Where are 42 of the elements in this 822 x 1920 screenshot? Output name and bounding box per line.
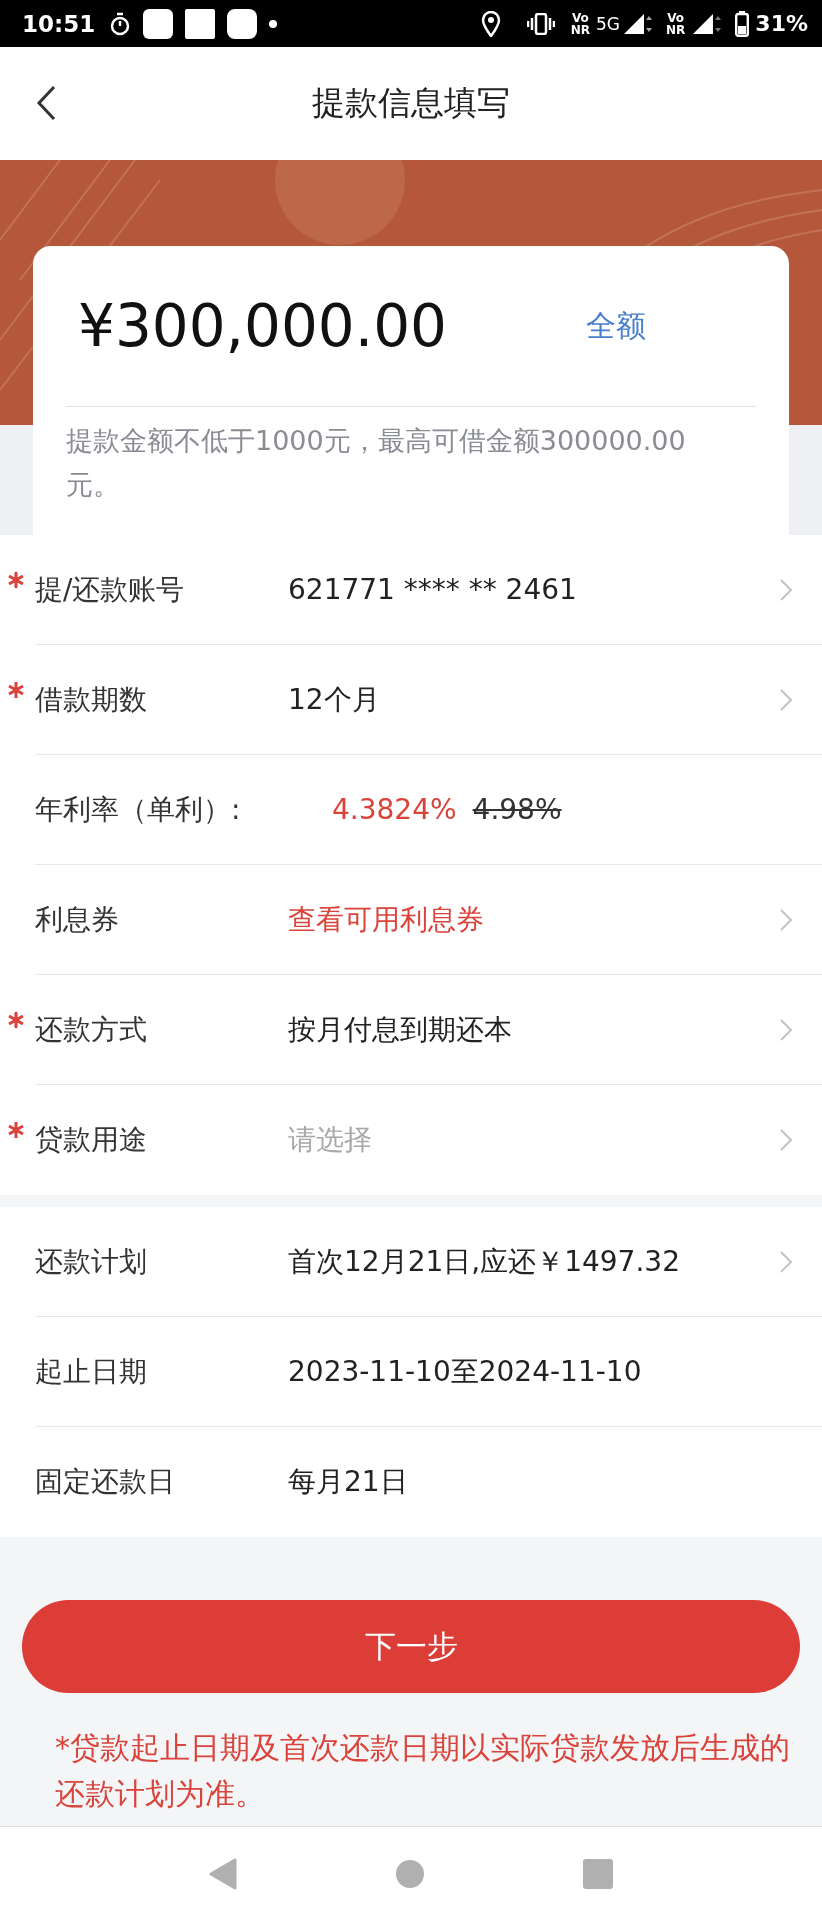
row-value: 12个月	[288, 681, 381, 718]
location-icon	[480, 10, 501, 37]
dot-icon	[269, 19, 278, 28]
disclaimer-note: *贷款起止日期及首次还款日期以实际贷款发放后生成的还款计划为准。	[55, 1729, 791, 1813]
coupon-link[interactable]: 查看可用利息券	[288, 900, 780, 939]
vibrate-icon	[526, 12, 555, 35]
select-placeholder[interactable]: 请选择	[288, 1121, 780, 1159]
row-value: 按月付息到期还本	[288, 1011, 513, 1048]
row-label: 还款计划	[35, 1243, 148, 1280]
row-value: 621771 **** ** 2461	[288, 573, 578, 606]
interest-rate: 4.3824%	[332, 793, 457, 826]
row-label: 利息券	[35, 901, 120, 938]
back-icon[interactable]	[36, 85, 56, 121]
row-label: 固定还款日	[35, 1464, 176, 1500]
row-label: 提/还款账号	[35, 571, 186, 608]
original-rate: 4.98%	[472, 793, 563, 826]
withdraw-amount: ¥300,000.00	[77, 292, 448, 360]
battery-level: 31%	[755, 11, 808, 36]
notification-icon	[143, 8, 174, 39]
row-label: 起止日期	[35, 1353, 148, 1390]
next-button[interactable]: 下一步	[22, 1600, 800, 1693]
row-value: 2023-11-10至2024-11-10	[288, 1353, 643, 1390]
row-label: 年利率（单利）:	[35, 791, 242, 828]
stopwatch-icon	[109, 11, 132, 36]
notification-icon	[185, 8, 216, 39]
amount-hint: 提款金额不低于1000元，最高可借金额300000.00元。	[66, 424, 687, 502]
notification-icon	[227, 8, 258, 39]
row-label: 还款方式	[35, 1011, 148, 1048]
full-amount-link[interactable]: 全额	[586, 305, 646, 347]
recents-nav-icon[interactable]	[582, 1858, 613, 1889]
battery-icon	[735, 10, 750, 37]
network-type: 5G	[596, 13, 621, 34]
page-title: 提款信息填写	[312, 82, 510, 124]
status-time: 10:51	[22, 10, 96, 37]
row-value: 首次12月21日,应还￥1497.32	[288, 1243, 681, 1280]
row-label: 贷款用途	[35, 1122, 148, 1158]
home-nav-icon[interactable]	[396, 1859, 424, 1888]
row-label: 借款期数	[35, 681, 148, 718]
row-value: 每月21日	[288, 1464, 409, 1500]
back-nav-icon[interactable]	[209, 1857, 238, 1890]
vonr-indicator: Vo NR	[570, 11, 591, 36]
vonr-indicator: Vo NR	[666, 11, 686, 36]
